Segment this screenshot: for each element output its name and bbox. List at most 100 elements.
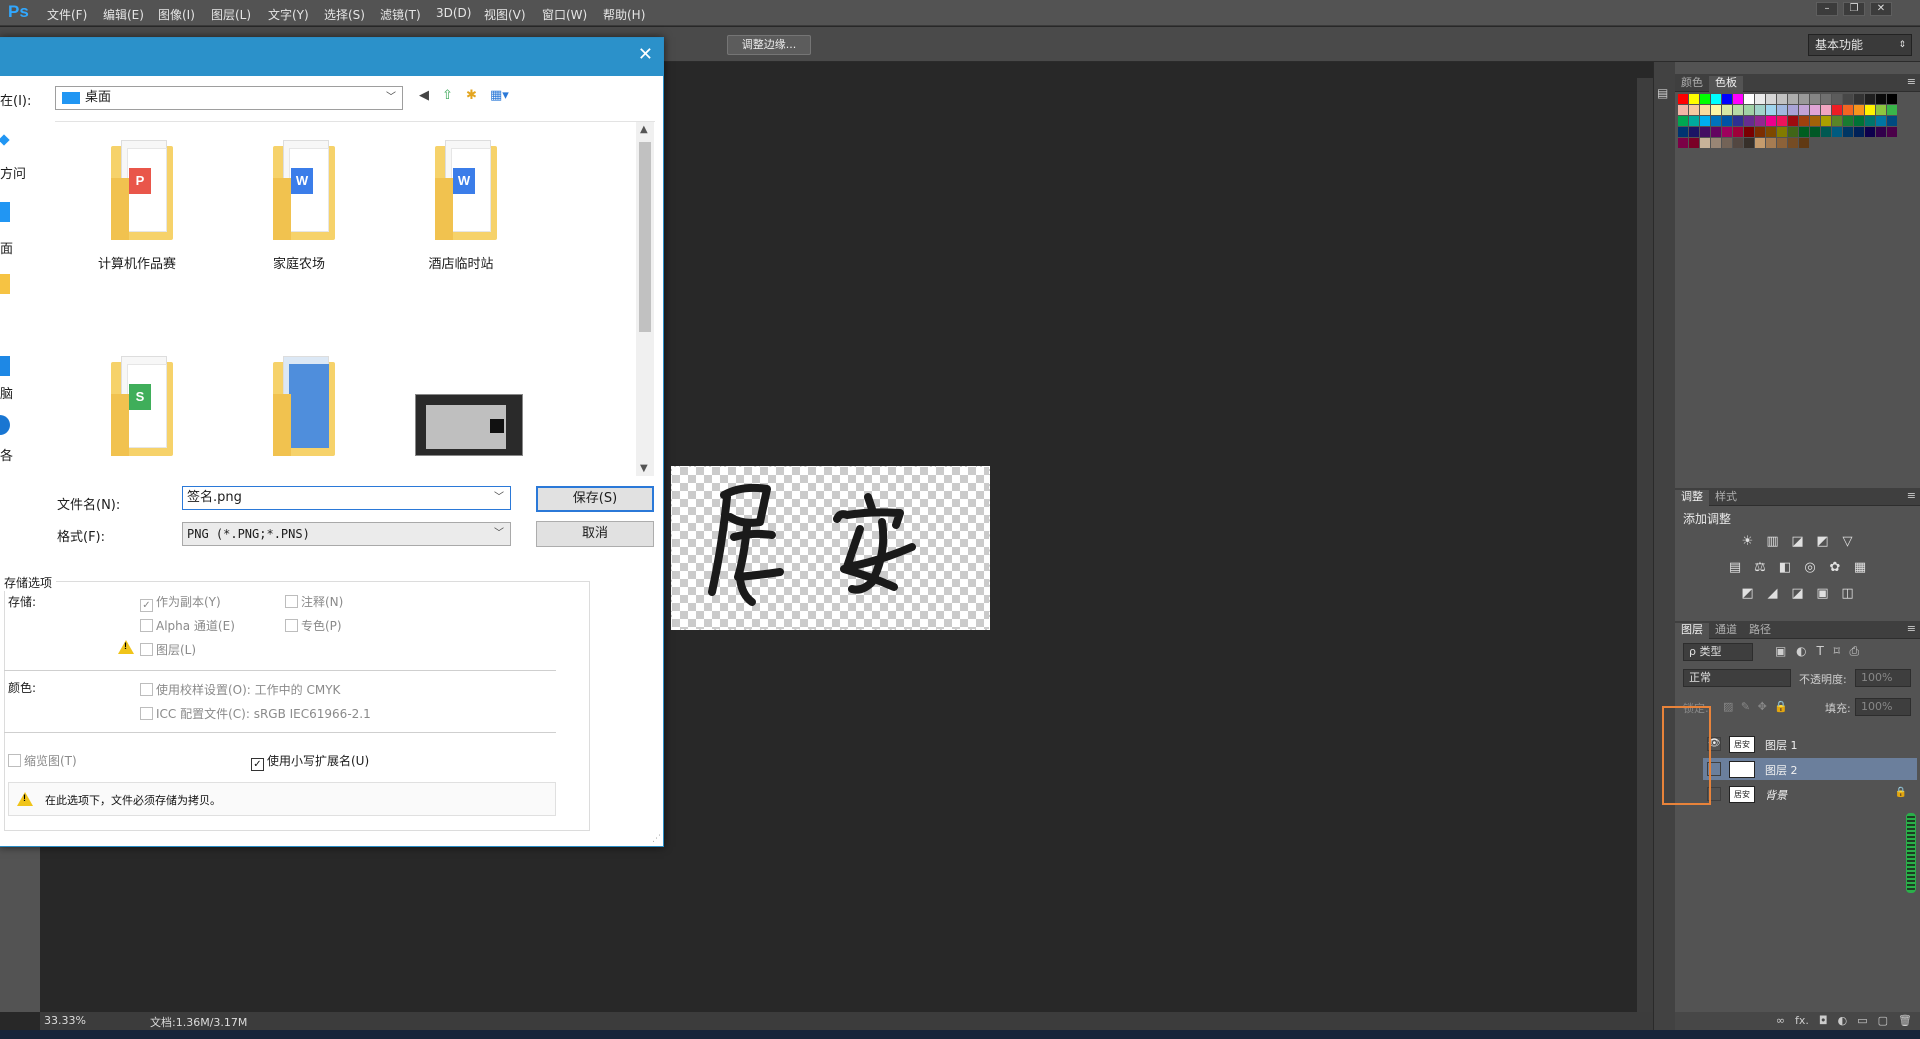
- notes-checkbox[interactable]: 注释(N): [285, 593, 343, 610]
- levels-icon[interactable]: ▥: [1764, 534, 1782, 550]
- lowercase-ext-checkbox[interactable]: ✓ 使用小写扩展名(U): [251, 752, 369, 771]
- tab-styles[interactable]: 样式: [1709, 490, 1743, 506]
- swatch[interactable]: [1711, 138, 1721, 148]
- swatch[interactable]: [1722, 105, 1732, 115]
- swatch[interactable]: [1711, 127, 1721, 137]
- swatch[interactable]: [1810, 116, 1820, 126]
- photo-filter-icon[interactable]: ◎: [1801, 560, 1819, 576]
- swatch-grid[interactable]: [1678, 94, 1898, 148]
- panel-menu-icon[interactable]: ≡: [1907, 622, 1916, 635]
- swatch[interactable]: [1700, 116, 1710, 126]
- swatch[interactable]: [1832, 127, 1842, 137]
- swatch[interactable]: [1832, 105, 1842, 115]
- resize-grip-icon[interactable]: ⋰: [652, 834, 661, 844]
- swatch[interactable]: [1689, 105, 1699, 115]
- swatch[interactable]: [1788, 94, 1798, 104]
- swatch[interactable]: [1854, 94, 1864, 104]
- swatch[interactable]: [1843, 116, 1853, 126]
- file-list[interactable]: P 计算机作品赛 W 家庭农场 W 酒店临时站 S: [55, 121, 655, 477]
- swatch[interactable]: [1887, 116, 1897, 126]
- computer-icon[interactable]: [0, 356, 10, 376]
- format-select[interactable]: PNG (*.PNG;*.PNS) ﹀: [182, 522, 511, 546]
- layer-row-2[interactable]: 图层 2: [1703, 758, 1917, 780]
- icc-profile-checkbox[interactable]: ICC 配置文件(C): sRGB IEC61966-2.1: [140, 705, 371, 722]
- layer-name[interactable]: 图层 2: [1765, 762, 1798, 778]
- swatch[interactable]: [1821, 105, 1831, 115]
- menu-filter[interactable]: 滤镜(T): [380, 6, 421, 23]
- layer-filter-icons[interactable]: ▣ ◐ T ⌑ ⎙: [1775, 644, 1862, 659]
- scroll-up-icon[interactable]: ▲: [640, 124, 648, 135]
- menu-file[interactable]: 文件(F): [47, 6, 87, 23]
- swatch[interactable]: [1810, 105, 1820, 115]
- scroll-down-icon[interactable]: ▼: [640, 463, 648, 474]
- swatch[interactable]: [1876, 94, 1886, 104]
- posterize-icon[interactable]: ◢: [1764, 586, 1782, 602]
- threshold-icon[interactable]: ◪: [1789, 586, 1807, 602]
- tab-adjustments[interactable]: 调整: [1675, 490, 1709, 506]
- place-computer[interactable]: 脑: [0, 383, 13, 402]
- menu-type[interactable]: 文字(Y): [268, 6, 309, 23]
- swatch[interactable]: [1766, 105, 1776, 115]
- swatch[interactable]: [1755, 94, 1765, 104]
- swatch[interactable]: [1843, 105, 1853, 115]
- panel-menu-icon[interactable]: ≡: [1907, 489, 1916, 502]
- swatch[interactable]: [1700, 127, 1710, 137]
- curves-icon[interactable]: ◪: [1789, 534, 1807, 550]
- swatch[interactable]: [1810, 127, 1820, 137]
- swatch[interactable]: [1766, 127, 1776, 137]
- swatch[interactable]: [1744, 116, 1754, 126]
- black-white-icon[interactable]: ◧: [1776, 560, 1794, 576]
- desktop-place-icon[interactable]: [0, 202, 10, 222]
- swatch[interactable]: [1777, 127, 1787, 137]
- swatch[interactable]: [1744, 105, 1754, 115]
- swatch[interactable]: [1733, 116, 1743, 126]
- swatch[interactable]: [1832, 116, 1842, 126]
- zoom-level[interactable]: 33.33%: [44, 1014, 86, 1027]
- new-folder-icon[interactable]: ✱: [466, 88, 477, 103]
- menu-help[interactable]: 帮助(H): [603, 6, 645, 23]
- lock-icons[interactable]: ▨ ✎ ✥ 🔒: [1723, 700, 1790, 713]
- swatch[interactable]: [1887, 94, 1897, 104]
- swatch[interactable]: [1700, 94, 1710, 104]
- layer-row-background[interactable]: 居安 背景 🔒: [1703, 783, 1917, 805]
- swatch[interactable]: [1788, 105, 1798, 115]
- proof-setup-checkbox[interactable]: 使用校样设置(O): 工作中的 CMYK: [140, 681, 340, 698]
- swatch[interactable]: [1733, 127, 1743, 137]
- selective-color-icon[interactable]: ◫: [1839, 586, 1857, 602]
- swatch[interactable]: [1876, 127, 1886, 137]
- layer-style-icon[interactable]: fx.: [1795, 1012, 1809, 1030]
- view-menu-icon[interactable]: ▦▾: [490, 88, 509, 103]
- brightness-icon[interactable]: ☀: [1739, 534, 1757, 550]
- scroll-thumb[interactable]: [639, 142, 651, 332]
- blend-mode-select[interactable]: 正常: [1683, 669, 1791, 687]
- thumbnail-checkbox[interactable]: 缩览图(T): [8, 752, 77, 769]
- as-copy-checkbox[interactable]: ✓ 作为副本(Y): [140, 593, 221, 612]
- swatch[interactable]: [1700, 138, 1710, 148]
- invert-icon[interactable]: ◩: [1739, 586, 1757, 602]
- new-layer-icon[interactable]: ▢: [1878, 1012, 1888, 1030]
- quick-access-icon[interactable]: [0, 134, 10, 146]
- document-scrollbar[interactable]: [1637, 78, 1653, 1012]
- swatch[interactable]: [1744, 127, 1754, 137]
- swatch[interactable]: [1777, 105, 1787, 115]
- menu-edit[interactable]: 编辑(E): [103, 6, 144, 23]
- library-icon[interactable]: [0, 274, 10, 294]
- close-icon[interactable]: ✕: [638, 44, 653, 65]
- swatch[interactable]: [1766, 116, 1776, 126]
- back-icon[interactable]: ◀: [419, 88, 429, 103]
- swatch[interactable]: [1755, 116, 1765, 126]
- swatch[interactable]: [1821, 116, 1831, 126]
- swatch[interactable]: [1744, 94, 1754, 104]
- swatch[interactable]: [1689, 138, 1699, 148]
- place-recent[interactable]: 方问: [0, 163, 26, 182]
- swatch[interactable]: [1788, 138, 1798, 148]
- document-canvas[interactable]: [671, 466, 990, 630]
- document-info[interactable]: 文档:1.36M/3.17M: [150, 1014, 247, 1030]
- place-desktop[interactable]: 面: [0, 238, 13, 257]
- filename-input[interactable]: 签名.png ﹀: [182, 486, 511, 510]
- tab-paths[interactable]: 路径: [1743, 623, 1777, 639]
- swatch[interactable]: [1799, 94, 1809, 104]
- minimize-button[interactable]: –: [1816, 2, 1838, 16]
- layers-checkbox[interactable]: 图层(L): [140, 641, 196, 658]
- history-icon[interactable]: ▤: [1657, 86, 1673, 102]
